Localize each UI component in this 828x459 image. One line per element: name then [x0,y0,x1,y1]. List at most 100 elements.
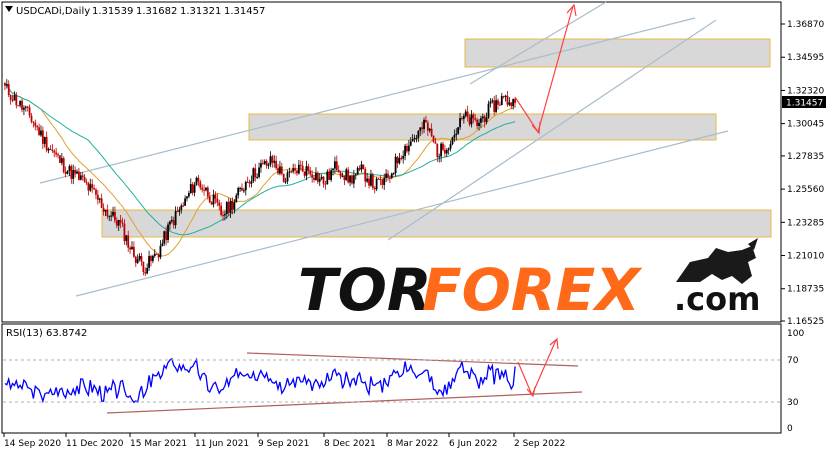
candle-body [440,143,442,157]
candle-body [301,165,304,172]
candle-body [38,127,40,136]
candle-body [261,163,264,165]
candle-body [449,143,452,149]
candle-body [93,188,95,190]
candle-body [398,158,401,164]
rsi-label: RSI(13) 63.8742 [6,328,87,339]
candle-body [87,183,90,191]
candle-body [447,148,450,151]
candle-body [273,160,276,163]
candle-body [316,172,319,182]
candle-body [32,121,35,123]
candle-body [201,187,204,190]
candle-body [146,267,149,274]
candle-body [432,135,435,142]
candle-body [186,196,188,199]
time-tick-label: 8 Dec 2021 [324,439,376,449]
chart-window[interactable]: TOR FOREX .com USDCADi,Daily 1.31539 1.3… [0,0,828,455]
candle-body [487,103,490,118]
candle-body [47,148,50,151]
candle-body [98,198,101,200]
candle-body [172,220,175,226]
candle-body [197,177,200,182]
candle-body [476,119,479,126]
candle-body [43,136,46,144]
candle-body [23,107,25,110]
candle-body [364,168,367,182]
candle-body [445,150,448,154]
candle-body [381,179,384,185]
candle-body [182,205,185,207]
candle-body [411,139,414,142]
candle-body [400,158,403,160]
ohlc-high: 1.31682 [136,6,177,17]
price-tick-label: 1.34595 [787,53,824,63]
candle-body [275,160,278,169]
candle-body [258,167,260,177]
candle-body [189,184,192,194]
candle-body [387,173,389,178]
candle-body [129,247,132,250]
candle-body [430,128,433,136]
candle-body [512,99,515,107]
candle-body [292,168,295,172]
price-axis[interactable]: 1.36870 1.34595 1.32320 1.30045 1.27835 1.255… [781,20,824,327]
candle-body [322,176,325,184]
candle-body [330,170,333,180]
candle-body [502,96,505,98]
time-axis[interactable]: 14 Sep 2020 11 Dec 2020 15 Mar 2021 11 Jun … [3,433,565,449]
candle-body [7,84,10,96]
logo-tor: TOR [298,256,432,324]
candle-body [491,100,494,102]
candle-body [260,163,262,168]
candle-body [83,176,86,182]
candle-body [68,166,71,171]
candle-body [148,256,150,268]
candle-body [4,82,6,86]
candle-body [216,198,219,203]
candle-body [142,261,145,273]
candle-body [218,202,221,206]
candle-body [127,235,130,248]
candle-body [163,231,166,244]
candle-body [453,135,456,138]
candle-body [235,195,238,203]
candle-body [212,194,215,205]
candle-body [417,130,420,138]
candle-body [191,184,194,193]
candle-body [282,173,285,182]
candle-body [421,127,424,130]
candle-body [481,116,484,119]
candle-body [24,106,27,108]
rsi-tick-label: 100 [787,329,804,339]
candle-body [498,104,501,106]
candle-body [263,161,266,164]
candle-body [466,111,469,118]
candle-body [78,171,80,180]
candle-body [474,118,477,120]
candle-body [305,166,308,176]
candle-body [392,173,395,175]
candle-body [436,143,439,157]
candle-body [95,189,97,195]
candle-body [64,172,67,174]
candle-body [303,171,306,176]
candle-body [500,96,503,106]
candle-body [169,221,171,225]
candle-body [165,231,168,240]
candle-body [74,170,77,174]
candle-body [100,198,103,208]
rsi-frame[interactable] [1,323,782,434]
candle-body [315,172,317,180]
candle-body [326,171,329,185]
candle-body [246,181,249,183]
candle-body [288,171,291,173]
ohlc-open: 1.31539 [92,6,133,17]
candle-body [299,164,302,166]
candle-body [506,95,509,105]
price-tick-label: 1.25560 [787,185,824,195]
rsi-tick-label: 0 [787,424,793,434]
candle-body [442,143,444,150]
candle-body [161,243,164,246]
candle-body [49,148,52,150]
